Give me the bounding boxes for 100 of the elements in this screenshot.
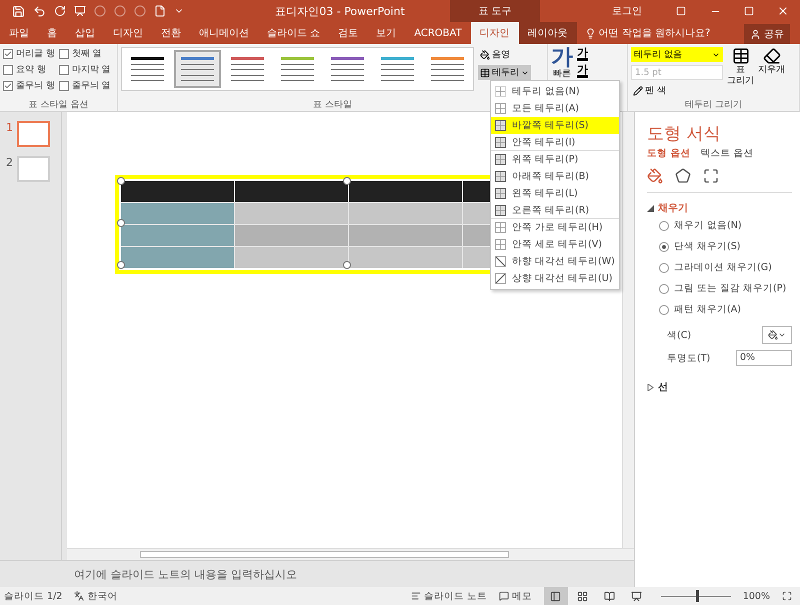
pentagon-icon[interactable] [675, 168, 691, 184]
ribbon-tab[interactable]: 디자인 [470, 22, 519, 44]
border-icon [495, 239, 506, 250]
speech-bubble-icon [498, 591, 509, 601]
language-indicator[interactable]: 한국어 [74, 590, 118, 602]
slide-thumbnail[interactable] [17, 121, 50, 147]
vertical-scrollbar[interactable] [622, 112, 634, 548]
pen-style-dropdown[interactable]: 테두리 없음 [631, 47, 723, 62]
radio-label: 그라데이션 채우기(G) [674, 261, 772, 274]
radio-button[interactable] [659, 284, 669, 294]
ribbon-tab[interactable]: 디자인 [104, 22, 152, 44]
menu-item[interactable]: 오른쪽 테두리(R) [491, 202, 619, 219]
transparency-field[interactable]: 0% [736, 350, 792, 366]
ribbon-tab[interactable]: 레이아웃 [518, 22, 577, 44]
size-icon[interactable] [703, 168, 719, 184]
notes-button[interactable]: 슬라이드 노트 [410, 590, 487, 602]
zoom-level: 100% [742, 590, 770, 602]
horizontal-scrollbar[interactable] [67, 548, 634, 560]
ribbon-tab[interactable]: 전환 [152, 22, 190, 44]
resize-handle[interactable] [117, 219, 125, 227]
checkbox[interactable] [3, 64, 13, 74]
sign-in-link[interactable]: 로그인 [612, 4, 642, 18]
border-icon [495, 136, 506, 148]
pane-tab[interactable]: 도형 옵션 [647, 147, 690, 160]
ribbon-tab[interactable]: ACROBAT [405, 22, 471, 44]
checkbox-label: 요약 행 [16, 64, 46, 76]
radio-label: 그림 또는 질감 채우기(P) [674, 282, 786, 295]
share-button[interactable]: 공유 [744, 24, 790, 44]
grid-icon [577, 590, 588, 602]
undo-icon[interactable] [33, 4, 46, 18]
color-picker-button[interactable] [762, 326, 792, 344]
menu-item[interactable]: 위쪽 테두리(P) [491, 151, 619, 168]
slide-thumbnail[interactable] [17, 156, 50, 182]
checkbox[interactable] [58, 48, 69, 58]
tell-me-field[interactable]: 어떤 작업을 원하시나요? [584, 22, 710, 44]
ring-icon [134, 5, 146, 17]
checkbox-label: 줄무늬 열 [72, 80, 111, 92]
context-tab-title: 표 도구 [450, 0, 540, 22]
resize-handle[interactable] [117, 261, 125, 269]
border-icon [495, 188, 506, 199]
paint-bucket-icon[interactable] [647, 168, 663, 184]
checkbox[interactable] [58, 80, 69, 90]
language-icon [74, 591, 84, 601]
new-file-icon[interactable] [154, 5, 166, 17]
transparency-label: 투명도(T) [667, 352, 710, 364]
ribbon-tab[interactable]: 홈 [38, 22, 66, 44]
section-header[interactable]: 채우기 [658, 201, 688, 215]
border-icon [495, 86, 506, 97]
ribbon-tab[interactable]: 보기 [367, 22, 406, 44]
checkbox[interactable] [58, 64, 69, 74]
checkbox-label: 줄무늬 행 [16, 80, 55, 92]
border-icon [495, 103, 506, 114]
radio-button[interactable] [659, 220, 669, 230]
menu-item[interactable]: 안쪽 세로 테두리(V) [491, 236, 619, 253]
checkbox[interactable] [3, 80, 13, 90]
resize-handle[interactable] [117, 177, 125, 185]
radio-label: 패턴 채우기(A) [674, 303, 741, 316]
menu-item[interactable]: 바깥쪽 테두리(S) [491, 117, 619, 134]
zoom-thumb[interactable] [696, 590, 699, 602]
slide-counter: 슬라이드 1/2 [4, 590, 62, 602]
group-label: 표 스타일 옵션 [28, 99, 88, 111]
radio-button[interactable] [659, 242, 669, 252]
ribbon-tab[interactable]: 파일 [0, 22, 38, 44]
ribbon-tab[interactable]: 삽입 [66, 22, 104, 44]
comments-button[interactable]: 메모 [498, 590, 532, 602]
menu-item[interactable]: 왼쪽 테두리(L) [491, 185, 619, 202]
menu-item[interactable]: 안쪽 테두리(I) [491, 134, 619, 151]
save-icon[interactable] [12, 4, 25, 18]
resize-handle[interactable] [343, 177, 351, 185]
presentation-icon[interactable] [74, 5, 86, 17]
draw-table-button[interactable]: 표 그리기 [727, 47, 754, 98]
menu-item[interactable]: 상향 대각선 테두리(U) [491, 270, 619, 287]
color-label: 색(C) [667, 328, 692, 342]
menu-item[interactable]: 테두리 없음(N) [491, 83, 619, 100]
paint-bucket-icon [480, 50, 490, 60]
ribbon-tab[interactable]: 검토 [329, 22, 368, 44]
fit-icon[interactable] [782, 591, 792, 601]
section-header[interactable]: 선 [658, 380, 668, 394]
pen-color-button[interactable]: 펜 색 [631, 83, 723, 98]
menu-item[interactable]: 모든 테두리(A) [491, 100, 619, 117]
borders-button[interactable]: 테두리 [478, 65, 531, 80]
view-button[interactable] [544, 587, 568, 605]
checkbox[interactable] [3, 48, 13, 58]
eraser-button[interactable]: 지우개 [758, 47, 785, 98]
redo-icon[interactable] [54, 5, 66, 17]
radio-label: 채우기 없음(N) [674, 219, 742, 232]
shading-button[interactable]: 음영 [478, 47, 531, 62]
checkbox-label: 머리글 행 [16, 48, 55, 60]
ribbon-tab[interactable]: 슬라이드 쇼 [258, 22, 330, 44]
menu-item[interactable]: 하향 대각선 테두리(W) [491, 253, 619, 270]
radio-button[interactable] [659, 304, 669, 314]
menu-item[interactable]: 아래쪽 테두리(B) [491, 168, 619, 185]
slide-number: 1 [6, 121, 14, 136]
table-style-swatch[interactable] [174, 50, 221, 88]
ribbon-tab[interactable]: 애니메이션 [190, 22, 258, 44]
expanded-triangle-icon [647, 204, 654, 212]
radio-button[interactable] [659, 262, 669, 272]
menu-item[interactable]: 안쪽 가로 테두리(H) [491, 219, 619, 236]
pane-tab[interactable]: 텍스트 옵션 [700, 147, 754, 160]
resize-handle[interactable] [343, 261, 351, 269]
